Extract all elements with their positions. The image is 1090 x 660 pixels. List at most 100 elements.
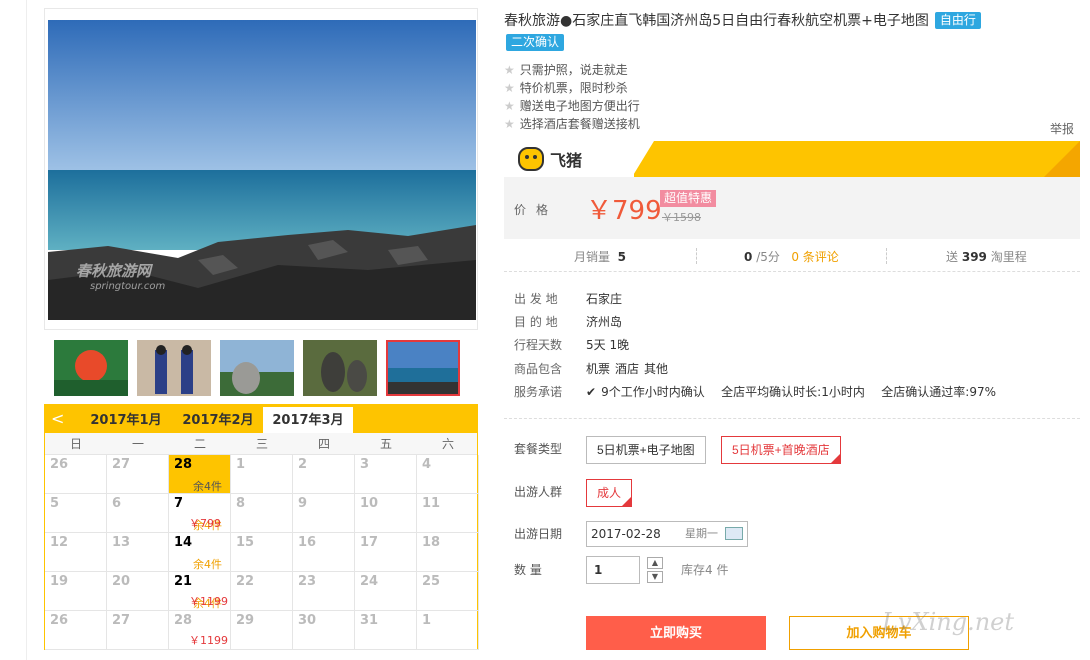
- calendar-icon[interactable]: [725, 527, 743, 540]
- day-number: 1: [236, 457, 246, 472]
- calendar-day: 1: [231, 455, 293, 494]
- package-option-hotel[interactable]: 5日机票+首晚酒店: [721, 436, 841, 464]
- calendar-day: 27: [107, 455, 169, 494]
- type-badge: 自由行: [934, 12, 981, 29]
- star-icon: ★: [504, 63, 515, 77]
- day-number: 26: [50, 457, 69, 472]
- calendar-day: 20: [107, 572, 169, 611]
- weekday-header: 五: [379, 437, 392, 451]
- calendar-day: 1: [417, 611, 479, 650]
- day-number: 28: [174, 613, 193, 628]
- quantity-down-icon[interactable]: ▼: [647, 571, 663, 583]
- calendar-tab-feb[interactable]: 2017年2月: [173, 411, 263, 433]
- day-number: 9: [298, 496, 308, 511]
- reviews-link[interactable]: 0 条评论: [791, 250, 838, 264]
- calendar-day: 9: [293, 494, 355, 533]
- price-label: 价格: [514, 203, 559, 217]
- date-label: 出游日期: [514, 527, 563, 541]
- day-number: 1: [422, 613, 432, 628]
- calendar-day: 28 ￥1199: [169, 611, 231, 650]
- miles-reward: 送 399 淘里程: [946, 250, 1027, 264]
- check-icon: ✔: [586, 385, 597, 399]
- calendar-day[interactable]: 14 余4件: [169, 533, 231, 572]
- site-watermark: LvXing.net: [882, 608, 1015, 636]
- calendar-tab-mar[interactable]: 2017年3月: [263, 407, 353, 433]
- day-number: 23: [298, 574, 317, 589]
- calendar-day: 19: [45, 572, 107, 611]
- day-number: 4: [422, 457, 432, 472]
- quantity-label: 数 量: [514, 563, 542, 577]
- feature-item: ★ 特价机票，限时秒杀: [504, 81, 628, 95]
- day-price: ￥1199: [189, 634, 228, 647]
- calendar-tab-jan[interactable]: 2017年1月: [81, 411, 171, 433]
- package-label: 套餐类型: [514, 442, 563, 456]
- feature-list: ★ 只需护照，说走就走 ★ 特价机票，限时秒杀 ★ 赠送电子地图方便出行 ★ 选择酒店套…: [504, 61, 640, 133]
- date-input[interactable]: 2017-02-28 星期一: [586, 521, 748, 547]
- thumbnail-2[interactable]: [137, 340, 211, 396]
- day-number: 18: [422, 535, 441, 550]
- day-number: 22: [236, 574, 255, 589]
- day-stock: 余4件: [193, 558, 222, 571]
- calendar-day: 3: [355, 455, 417, 494]
- calendar-day: 15: [231, 533, 293, 572]
- day-number: 26: [50, 613, 69, 628]
- page-border: [26, 0, 27, 660]
- page: 春秋旅游网 springtour.com < 2017年1月 2017年2月 20…: [0, 0, 1090, 660]
- package-option-map[interactable]: 5日机票+电子地图: [586, 436, 706, 464]
- day-number: 25: [422, 574, 441, 589]
- day-number: 31: [360, 613, 379, 628]
- calendar-day: 27: [107, 611, 169, 650]
- day-number: 5: [50, 496, 60, 511]
- group-option-adult[interactable]: 成人: [586, 479, 633, 507]
- calendar-prev-button[interactable]: <: [51, 409, 64, 428]
- day-number: 27: [112, 457, 131, 472]
- weekday-header: 二: [193, 437, 206, 451]
- thumbnail-1[interactable]: [54, 340, 128, 396]
- calendar-header: < 2017年1月 2017年2月 2017年3月: [45, 405, 477, 433]
- calendar-day: 4: [417, 455, 479, 494]
- feature-item: ★ 只需护照，说走就走: [504, 63, 628, 77]
- day-number: 11: [422, 496, 441, 511]
- calendar-weekdays: 日一二三四五六: [45, 433, 477, 455]
- calendar-day: 13: [107, 533, 169, 572]
- brand-name: 飞猪: [550, 151, 583, 170]
- day-number: 29: [236, 613, 255, 628]
- calendar-day: 29: [231, 611, 293, 650]
- rating: 0 /5分 0 条评论: [744, 250, 839, 264]
- calendar-day: 12: [45, 533, 107, 572]
- thumbnail-3[interactable]: [220, 340, 294, 396]
- buy-now-button[interactable]: 立即购买: [586, 616, 766, 650]
- calendar-day: 10: [355, 494, 417, 533]
- calendar-day: 22: [231, 572, 293, 611]
- calendar-day[interactable]: 21 余4件 ￥1199: [169, 572, 231, 611]
- weekday-header: 六: [441, 437, 454, 451]
- quantity-input[interactable]: 1: [586, 556, 640, 584]
- info-duration: 行程天数 5天 1晚: [514, 338, 630, 352]
- report-link[interactable]: 举报: [1050, 120, 1074, 137]
- info-includes: 商品包含 机票 酒店 其他: [514, 362, 669, 376]
- thumbnail-5-selected[interactable]: [386, 340, 460, 396]
- info-service: 服务承诺 ✔ 9个工作小时内确认 全店平均确认时长:1小时内 全店确认通过率:97%: [514, 385, 997, 399]
- weekday-header: 日: [69, 437, 82, 451]
- calendar-day: 18: [417, 533, 479, 572]
- day-number: 13: [112, 535, 131, 550]
- main-photo: 春秋旅游网 springtour.com: [48, 20, 476, 320]
- calendar-day: 17: [355, 533, 417, 572]
- day-number: 28: [174, 457, 193, 472]
- group-label: 出游人群: [514, 485, 563, 499]
- thumbnail-4[interactable]: [303, 340, 377, 396]
- feature-item: ★ 选择酒店套餐赠送接机: [504, 117, 640, 131]
- sales-stats: 月销量 5 0 /5分 0 条评论 送 399 淘里程: [504, 244, 1080, 272]
- photo-watermark: 春秋旅游网 springtour.com: [76, 262, 166, 292]
- day-number: 3: [360, 457, 370, 472]
- day-stock: 余4件: [193, 480, 222, 493]
- calendar-day: 26: [45, 611, 107, 650]
- calendar-day[interactable]: 28 余4件: [169, 455, 231, 494]
- calendar-day: 16: [293, 533, 355, 572]
- calendar-day[interactable]: 7 余4件 ￥799: [169, 494, 231, 533]
- quantity-up-icon[interactable]: ▲: [647, 557, 663, 569]
- weekday-header: 一: [131, 437, 144, 451]
- calendar-day: 25: [417, 572, 479, 611]
- info-destination: 目 的 地济州岛: [514, 315, 623, 329]
- brand-banner: 飞猪: [504, 141, 1080, 177]
